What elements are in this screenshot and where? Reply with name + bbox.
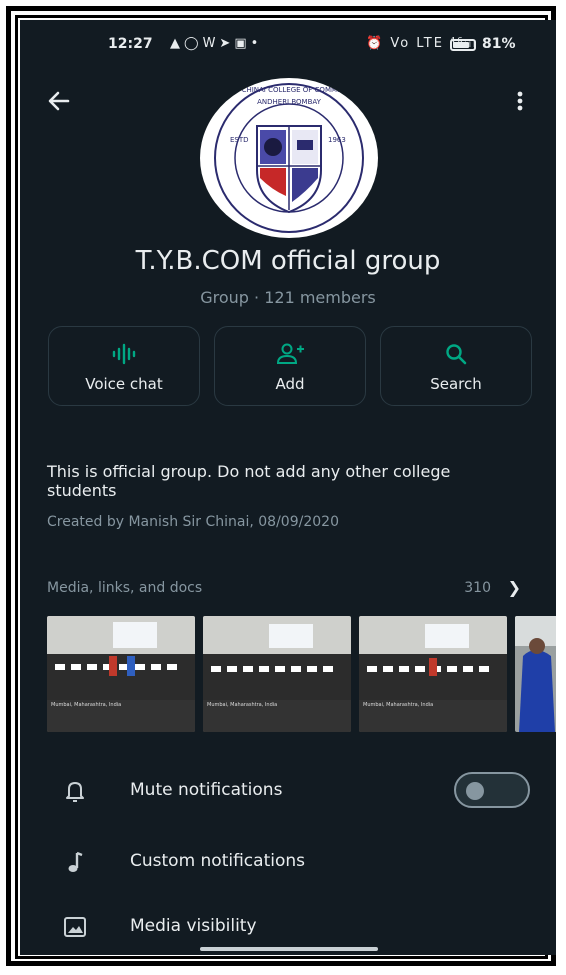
image-icon	[62, 914, 88, 940]
message-icon: ▣	[234, 36, 251, 51]
voice-chat-label: Voice chat	[85, 375, 163, 393]
logo-sub-text: ANDHERI BOMBAY	[257, 98, 321, 106]
voice-wave-icon	[49, 343, 199, 365]
search-label: Search	[430, 375, 482, 393]
mute-notifications-label: Mute notifications	[130, 780, 283, 800]
search-button[interactable]: Search	[380, 326, 532, 406]
phone-screen: 12:27 ▲◯W➤▣• ⏰ Vo LTE ⁴⁶ᵢₗₗ 81% SHRI CHI…	[20, 20, 556, 955]
media-thumbnail[interactable]: Mumbai, Maharashtra, India	[47, 616, 195, 732]
more-vert-icon[interactable]	[512, 88, 528, 114]
media-visibility-row[interactable]: Media visibility	[20, 906, 556, 946]
battery-fill	[453, 42, 469, 48]
add-member-button[interactable]: Add	[214, 326, 366, 406]
media-thumbnail[interactable]: Mumbai, Maharashtra, India	[359, 616, 507, 732]
group-avatar[interactable]: SHRI CHINAI COLLEGE OF COMMERCE ANDHERI …	[200, 78, 378, 238]
media-count: 310	[464, 580, 491, 596]
mute-toggle[interactable]	[454, 772, 530, 808]
group-meta: Group · 121 members	[200, 288, 376, 307]
snapchat-icon: ▲	[170, 36, 184, 51]
telegram-icon: ➤	[219, 36, 235, 51]
chevron-right-icon[interactable]: ❯	[508, 578, 521, 597]
media-thumbnail[interactable]	[515, 616, 556, 732]
logo-top-text: SHRI CHINAI COLLEGE OF COMMERCE	[222, 86, 356, 94]
action-buttons: Voice chat Add Search	[48, 326, 532, 408]
custom-notifications-label: Custom notifications	[130, 851, 305, 871]
voice-chat-button[interactable]: Voice chat	[48, 326, 200, 406]
screenshot-frame: 12:27 ▲◯W➤▣• ⏰ Vo LTE ⁴⁶ᵢₗₗ 81% SHRI CHI…	[0, 0, 566, 975]
notification-icons: ▲◯W➤▣•	[170, 36, 262, 51]
whatsapp-icon: ◯	[184, 36, 203, 51]
logo-estd-right: 1963	[328, 136, 346, 144]
media-header-label: Media, links, and docs	[47, 580, 203, 596]
media-links-docs-header[interactable]: Media, links, and docs 310 ❯	[47, 578, 521, 600]
group-description[interactable]: This is official group. Do not add any o…	[47, 462, 507, 500]
gesture-handle[interactable]	[200, 947, 378, 951]
mute-notifications-row[interactable]: Mute notifications	[20, 770, 556, 810]
arrow-back-icon[interactable]	[46, 88, 72, 114]
created-by: Created by Manish Sir Chinai, 08/09/2020	[47, 514, 339, 530]
person-add-icon	[215, 343, 365, 365]
toggle-knob	[466, 782, 484, 800]
logo-estd-left: ESTD	[230, 136, 249, 144]
alarm-icon: ⏰	[366, 36, 385, 51]
thumbnail-caption: Mumbai, Maharashtra, India	[363, 702, 434, 708]
bell-icon	[62, 778, 88, 804]
wps-icon: W	[202, 36, 220, 51]
battery-percent: 81%	[482, 36, 516, 52]
search-icon	[381, 343, 531, 365]
group-name: T.Y.B.COM official group	[135, 246, 441, 276]
status-time: 12:27	[108, 36, 153, 52]
status-bar: 12:27 ▲◯W➤▣• ⏰ Vo LTE ⁴⁶ᵢₗₗ 81%	[20, 36, 556, 60]
dot-icon: •	[250, 36, 263, 51]
custom-notifications-row[interactable]: Custom notifications	[20, 841, 556, 881]
media-thumbnails: Mumbai, Maharashtra, India Mumbai, Mahar…	[47, 616, 556, 732]
battery-icon	[450, 39, 476, 51]
add-label: Add	[275, 375, 305, 393]
media-visibility-label: Media visibility	[130, 916, 257, 936]
music-note-icon	[62, 849, 88, 875]
thumbnail-caption: Mumbai, Maharashtra, India	[51, 702, 122, 708]
thumbnail-caption: Mumbai, Maharashtra, India	[207, 702, 278, 708]
media-thumbnail[interactable]: Mumbai, Maharashtra, India	[203, 616, 351, 732]
